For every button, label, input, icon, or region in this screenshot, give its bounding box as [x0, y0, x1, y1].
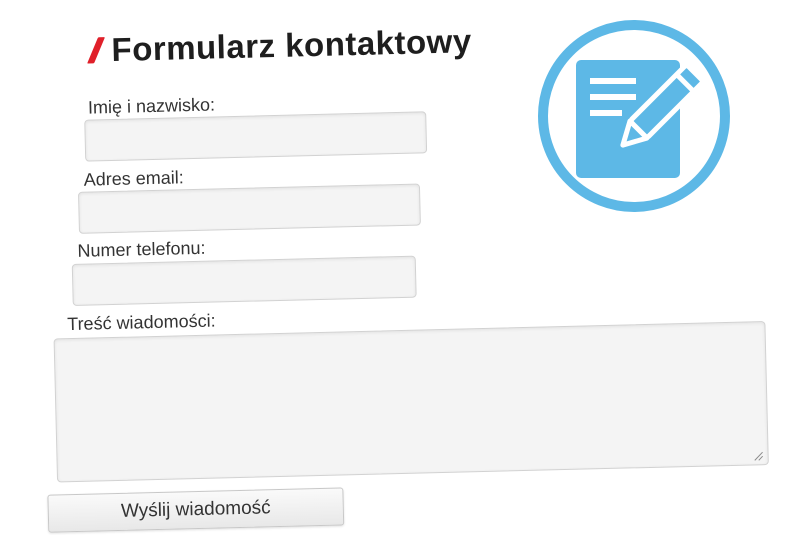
message-textarea[interactable]	[53, 321, 769, 483]
phone-label: Numer telefonu:	[77, 237, 206, 261]
send-message-button[interactable]: Wyślij wiadomość	[47, 487, 345, 533]
message-label: Treść wiadomości:	[66, 310, 216, 335]
title-slash-icon	[87, 37, 106, 64]
phone-input[interactable]	[71, 255, 417, 307]
contact-page: Formularz kontaktowy Imię i nazwisko: Ad…	[0, 0, 800, 535]
email-input[interactable]	[77, 183, 421, 234]
form-title-text: Formularz kontaktowy	[111, 22, 473, 68]
name-input[interactable]	[84, 111, 428, 162]
email-label: Adres email:	[83, 167, 184, 190]
resize-grip-icon[interactable]	[754, 451, 764, 461]
name-label: Imię i nazwisko:	[87, 94, 216, 118]
form-title: Formularz kontaktowy	[87, 22, 473, 69]
form-pencil-icon	[538, 20, 730, 212]
